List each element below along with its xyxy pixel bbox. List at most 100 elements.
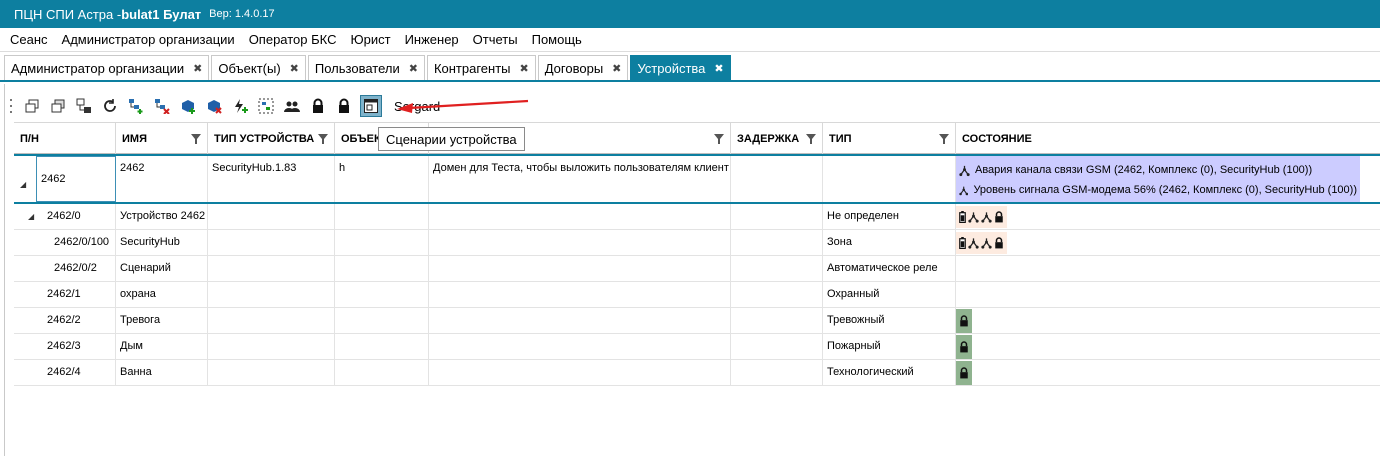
empty-cell	[335, 334, 429, 359]
lightning-add-icon[interactable]	[230, 96, 250, 116]
tab-contractors[interactable]: Контрагенты ✖	[426, 55, 536, 80]
device-type-cell: SecurityHub.1.83	[208, 156, 335, 202]
tab-label: Устройства	[637, 60, 706, 76]
empty-cell	[731, 308, 823, 333]
col-type[interactable]: ТИП	[823, 123, 956, 154]
menu-bar: Сеанс Администратор организации Оператор…	[0, 28, 1380, 52]
empty-cell	[208, 334, 335, 359]
empty-cell	[208, 360, 335, 385]
table-row[interactable]: 2462/0/2 Сценарий Автоматическое реле	[14, 256, 1380, 282]
name-cell: 2462	[116, 156, 208, 202]
menu-lawyer[interactable]: Юрист	[343, 32, 397, 47]
grip-handle[interactable]	[10, 99, 14, 113]
tooltip: Сценарии устройства	[378, 127, 525, 151]
remove-device-icon[interactable]	[204, 96, 224, 116]
tab-label: Администратор организации	[11, 60, 185, 76]
close-icon[interactable]: ✖	[290, 62, 299, 75]
filter-icon[interactable]	[714, 134, 724, 144]
scenario-icon[interactable]	[360, 95, 382, 117]
name-cell: Устройство 2462	[116, 204, 208, 229]
table-row[interactable]: 2462/1 охрана Охранный	[14, 282, 1380, 308]
menu-session[interactable]: Сеанс	[3, 32, 55, 47]
app-title: ПЦН СПИ Астра -	[14, 6, 122, 22]
col-label: ТИП УСТРОЙСТВА	[214, 132, 315, 145]
user-name: bulat1 Булат	[121, 6, 202, 22]
state-text: Авария канала связи GSM (2462, Комплекс …	[975, 164, 1313, 176]
empty-cell	[208, 204, 335, 229]
empty-cell	[731, 230, 823, 255]
tab-bar: Администратор организации ✖ Объект(ы) ✖ По…	[0, 55, 1380, 82]
state-entry: Авария канала связи GSM (2462, Комплекс …	[959, 160, 1357, 180]
copy-window-icon[interactable]	[22, 96, 42, 116]
description-cell: Домен для Теста, чтобы выложить пользова…	[429, 156, 731, 202]
users-icon[interactable]	[282, 96, 302, 116]
filter-icon[interactable]	[191, 134, 201, 144]
refresh-icon[interactable]	[100, 96, 120, 116]
table-row[interactable]: 2462/2 Тревога Тревожный	[14, 308, 1380, 334]
table-row[interactable]: 2462/3 Дым Пожарный	[14, 334, 1380, 360]
empty-cell	[429, 334, 731, 359]
state-cell: Авария канала связи GSM (2462, Комплекс …	[956, 156, 1360, 202]
close-icon[interactable]: ✖	[520, 62, 529, 75]
empty-cell	[208, 282, 335, 307]
filter-icon[interactable]	[806, 134, 816, 144]
menu-org-admin[interactable]: Администратор организации	[55, 32, 242, 47]
name-cell: Тревога	[116, 308, 208, 333]
filter-icon[interactable]	[939, 134, 949, 144]
pn-value: 2462/2	[47, 314, 81, 326]
network-icon	[959, 165, 970, 176]
battery-icon	[959, 237, 966, 249]
select-nodes-icon[interactable]	[256, 96, 276, 116]
expand-triangle-icon[interactable]: ◢	[20, 180, 26, 189]
menu-engineer[interactable]: Инженер	[398, 32, 466, 47]
name-cell: Сценарий	[116, 256, 208, 281]
remove-node-icon[interactable]	[152, 96, 172, 116]
tab-label: Пользователи	[314, 60, 400, 76]
close-icon[interactable]: ✖	[409, 62, 418, 75]
menu-reports[interactable]: Отчеты	[466, 32, 525, 47]
annotation-arrow-icon	[397, 99, 529, 113]
empty-cell	[335, 204, 429, 229]
table-row[interactable]: 2462/0/100 SecurityHub Зона	[14, 230, 1380, 256]
empty-cell	[731, 334, 823, 359]
lock-icon	[956, 361, 972, 385]
col-device-type[interactable]: ТИП УСТРОЙСТВА	[208, 123, 335, 154]
col-name[interactable]: ИМЯ	[116, 123, 208, 154]
col-delay[interactable]: ЗАДЕРЖКА	[731, 123, 823, 154]
expand-triangle-icon[interactable]: ◢	[28, 212, 34, 221]
add-node-icon[interactable]	[126, 96, 146, 116]
pn-cell-editor[interactable]: 2462	[36, 156, 116, 202]
tab-objects[interactable]: Объект(ы) ✖	[211, 55, 306, 80]
pn-value: 2462	[41, 173, 66, 185]
table-row[interactable]: 2462/4 Ванна Технологический	[14, 360, 1380, 386]
add-device-icon[interactable]	[178, 96, 198, 116]
col-pn[interactable]: П/Н	[14, 123, 116, 154]
copy-window-icon[interactable]	[48, 96, 68, 116]
tab-devices[interactable]: Устройства ✖	[630, 55, 731, 80]
empty-cell	[731, 360, 823, 385]
tab-contracts[interactable]: Договоры ✖	[537, 55, 629, 80]
close-icon[interactable]: ✖	[193, 62, 202, 75]
type-cell: Автоматическое реле	[823, 256, 956, 281]
lock-icon[interactable]	[334, 96, 354, 116]
table-row[interactable]: ◢ 2462/0 Устройство 2462 Не определен	[14, 204, 1380, 230]
tab-users[interactable]: Пользователи ✖	[307, 55, 425, 80]
tab-org-admin[interactable]: Администратор организации ✖	[4, 55, 210, 80]
col-state[interactable]: СОСТОЯНИЕ	[956, 123, 1380, 154]
filter-icon[interactable]	[318, 134, 328, 144]
lock-icon	[994, 237, 1004, 249]
close-icon[interactable]: ✖	[612, 62, 621, 75]
type-cell	[823, 156, 956, 202]
table-row[interactable]: ◢ 2462 2462 SecurityHub.1.83 h Домен для…	[14, 154, 1380, 204]
empty-cell	[429, 308, 731, 333]
empty-cell	[335, 230, 429, 255]
lock-icon[interactable]	[308, 96, 328, 116]
type-cell: Пожарный	[823, 334, 956, 359]
close-icon[interactable]: ✖	[714, 62, 723, 75]
menu-help[interactable]: Помощь	[525, 32, 589, 47]
empty-cell	[335, 308, 429, 333]
state-icons	[956, 206, 1007, 228]
name-cell: Дым	[116, 334, 208, 359]
menu-bks-operator[interactable]: Оператор БКС	[242, 32, 344, 47]
device-tree-icon[interactable]	[74, 96, 94, 116]
